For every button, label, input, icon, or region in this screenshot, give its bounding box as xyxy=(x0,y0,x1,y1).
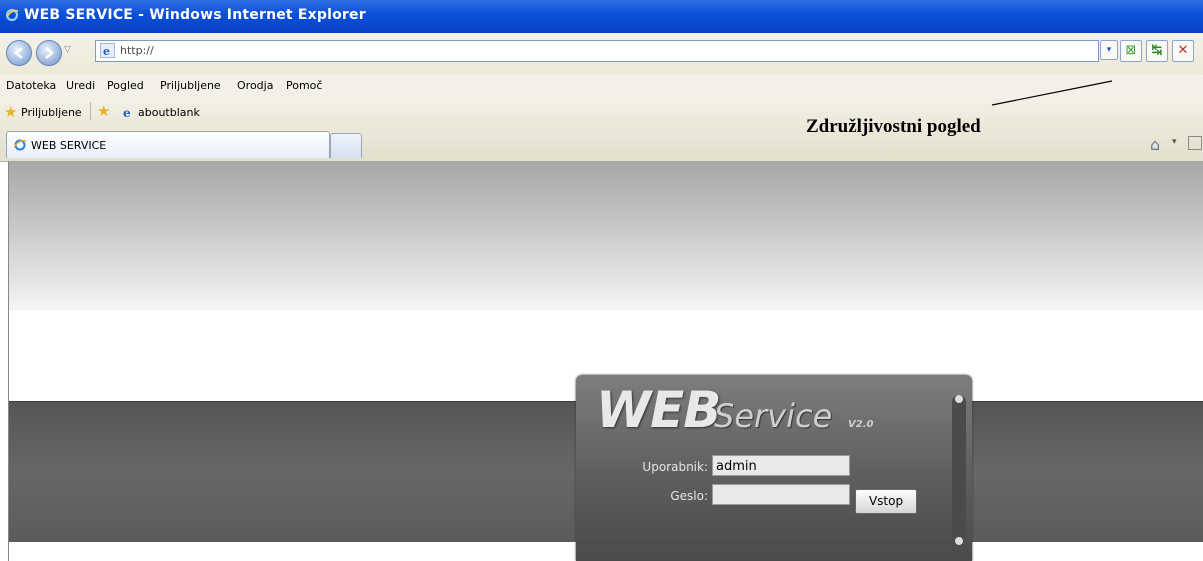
svg-text:e: e xyxy=(103,45,110,58)
address-toolbar: ▽ e http:// ▾ ⊠ ↹ ✕ xyxy=(0,33,1203,75)
password-field[interactable] xyxy=(712,484,850,505)
address-field[interactable]: e http:// xyxy=(95,40,1099,62)
stop-icon: ✕ xyxy=(1177,43,1189,58)
refresh-button[interactable]: ↹ xyxy=(1146,40,1168,62)
separator xyxy=(90,102,91,120)
menu-item-datoteka[interactable]: Datoteka xyxy=(6,79,56,92)
menu-item-uredi[interactable]: Uredi xyxy=(66,79,95,92)
back-button[interactable] xyxy=(6,40,32,66)
compatibility-view-annotation: Združljivostni pogled xyxy=(806,116,981,137)
stop-button[interactable]: ✕ xyxy=(1172,40,1194,62)
username-field[interactable]: admin xyxy=(712,455,850,476)
password-label: Geslo: xyxy=(670,489,708,503)
address-dropdown-button[interactable]: ▾ xyxy=(1100,40,1118,60)
annotation-pointer-line xyxy=(991,80,1113,106)
refresh-icon: ↹ xyxy=(1151,43,1163,58)
logo-version: V2.0 xyxy=(848,419,874,430)
favorites-star-icon: ★ xyxy=(4,103,18,121)
panel-rail xyxy=(952,395,966,545)
address-url: http:// xyxy=(120,44,154,57)
tab-row: WEB SERVICE ⌂ ▾ xyxy=(0,127,1203,162)
menu-item-priljubljene[interactable]: Priljubljene xyxy=(160,79,221,92)
favorites-button[interactable]: Priljubljene xyxy=(21,106,82,119)
login-button[interactable]: Vstop xyxy=(855,489,917,514)
tab-web-service[interactable]: WEB SERVICE xyxy=(6,131,330,158)
forward-arrow-icon xyxy=(45,47,54,59)
ie-logo-icon xyxy=(5,8,19,22)
logo-service: Service xyxy=(714,397,833,435)
panel-knob-top xyxy=(955,395,963,403)
new-tab-button[interactable] xyxy=(330,133,362,158)
home-dropdown-icon[interactable]: ▾ xyxy=(1172,137,1177,147)
logo-web: WEB xyxy=(596,381,721,439)
window-title-bar[interactable]: WEB SERVICE - Windows Internet Explorer xyxy=(0,0,1203,33)
forward-button[interactable] xyxy=(36,40,62,66)
header-gradient xyxy=(9,161,1203,311)
add-favorite-icon[interactable]: ★ xyxy=(97,102,110,120)
back-arrow-icon xyxy=(14,47,23,59)
page-ie-icon: e xyxy=(100,43,115,58)
login-panel: WEB Service V2.0 Uporabnik: admin Geslo:… xyxy=(576,375,972,561)
menu-item-pogled[interactable]: Pogled xyxy=(107,79,144,92)
feeds-icon[interactable] xyxy=(1188,136,1202,150)
link-ie-icon: e xyxy=(123,106,131,119)
menu-item-pomoc[interactable]: Pomoč xyxy=(286,79,322,92)
compatibility-view-button[interactable]: ⊠ xyxy=(1120,40,1142,62)
window-title: WEB SERVICE - Windows Internet Explorer xyxy=(24,7,366,23)
tab-label: WEB SERVICE xyxy=(31,139,107,152)
home-icon[interactable]: ⌂ xyxy=(1150,135,1160,154)
svg-text:e: e xyxy=(123,106,131,119)
panel-knob-bottom xyxy=(955,537,963,545)
menu-item-orodja[interactable]: Orodja xyxy=(237,79,273,92)
favorite-link-aboutblank[interactable]: aboutblank xyxy=(138,106,200,119)
username-label: Uporabnik: xyxy=(642,460,708,474)
compatibility-view-icon: ⊠ xyxy=(1125,43,1137,58)
tab-ie-icon xyxy=(13,139,27,151)
history-dropdown-icon[interactable]: ▽ xyxy=(64,45,71,55)
